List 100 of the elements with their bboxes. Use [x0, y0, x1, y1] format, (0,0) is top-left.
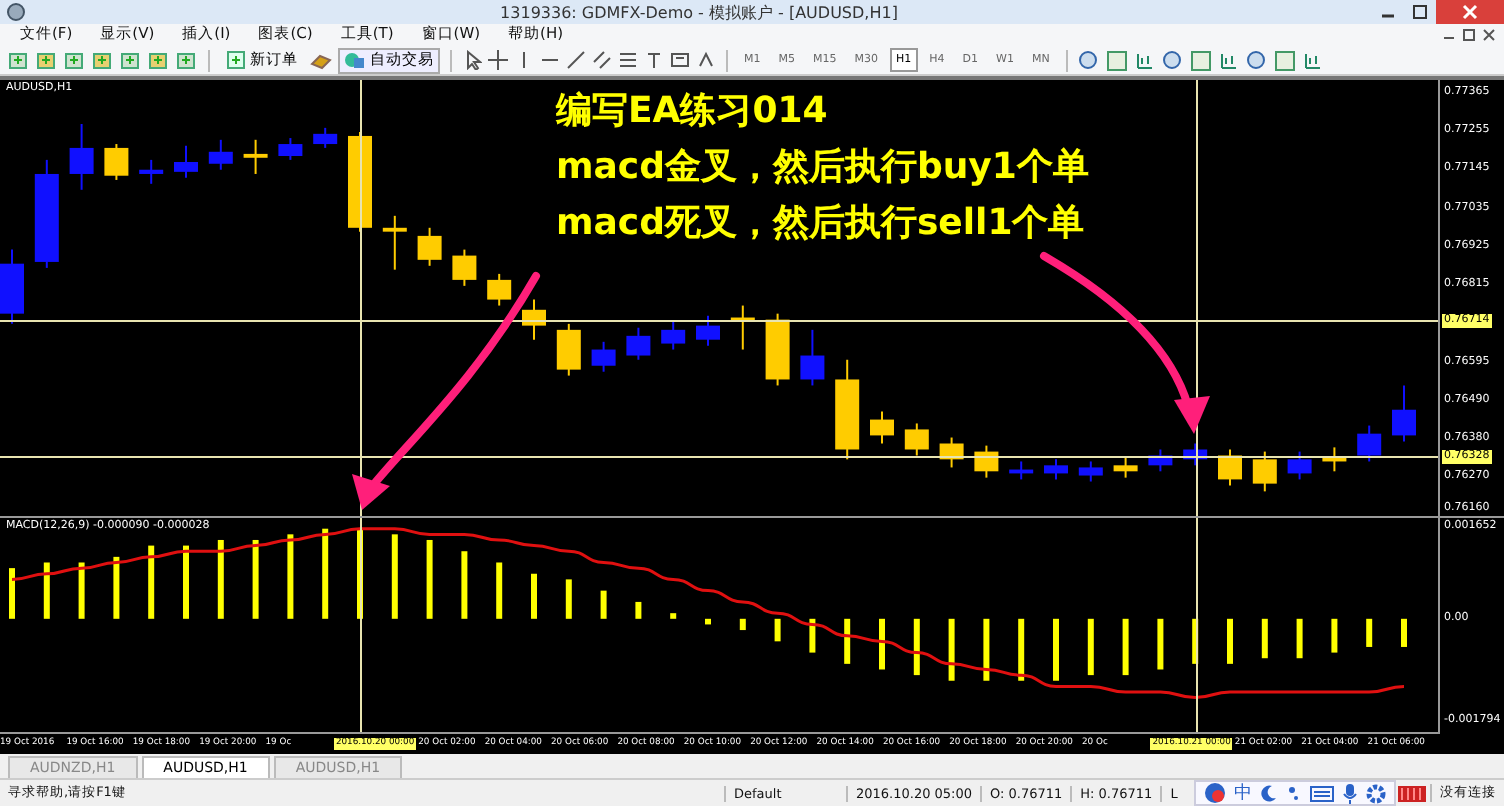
auto-trading-icon — [344, 50, 366, 71]
cursor-icon[interactable] — [462, 50, 482, 71]
candle — [939, 437, 964, 469]
candle — [765, 313, 790, 387]
histogram-bar — [1122, 619, 1129, 676]
candle — [1218, 449, 1242, 487]
candle — [278, 137, 303, 162]
new-chart-icon[interactable] — [8, 49, 30, 72]
candle — [34, 159, 59, 270]
histogram-bar — [322, 529, 329, 620]
candle — [1392, 385, 1416, 443]
candle — [1009, 461, 1034, 481]
maximize-icon — [1412, 4, 1428, 20]
histogram-bar — [78, 563, 85, 620]
candle — [1252, 451, 1277, 493]
moon-icon[interactable] — [1260, 784, 1279, 802]
histogram-bar — [705, 619, 711, 625]
close-button[interactable] — [1436, 0, 1504, 24]
close-icon[interactable] — [1482, 27, 1496, 42]
candle — [1044, 458, 1068, 481]
globe-icon[interactable] — [1204, 782, 1227, 804]
histogram-bar — [1296, 619, 1303, 659]
candle — [69, 123, 94, 192]
histogram-bar — [1366, 619, 1373, 648]
histogram-bar — [426, 540, 433, 620]
candle — [452, 249, 477, 288]
candle — [1183, 443, 1208, 467]
histogram-bar — [1227, 619, 1233, 665]
window-title: 1319336: GDMFX-Demo - 模拟账户 - [AUDUSD,H1] — [498, 1, 900, 23]
histogram-bar — [635, 602, 642, 620]
restore-icon[interactable] — [1462, 27, 1476, 42]
candle — [348, 131, 372, 234]
histogram-bar — [43, 563, 50, 620]
histogram-bar — [565, 579, 572, 620]
histogram-bar — [148, 546, 155, 620]
candle — [487, 273, 512, 308]
histogram-bar — [1053, 619, 1059, 682]
candle — [1113, 457, 1138, 480]
histogram-bar — [844, 619, 851, 665]
candle — [974, 445, 999, 480]
histogram-bar — [9, 568, 15, 620]
histogram-bar — [1192, 619, 1199, 665]
histogram-bar — [948, 619, 955, 682]
candle — [417, 227, 442, 268]
ingot-icon[interactable] — [310, 49, 332, 72]
histogram-bar — [287, 534, 294, 620]
close-icon — [1462, 4, 1478, 20]
histogram-bar — [1157, 619, 1164, 670]
histogram-bar — [1401, 619, 1407, 648]
histogram-bar — [600, 591, 607, 620]
histogram-bar — [1018, 619, 1025, 682]
histogram-bar — [531, 574, 537, 620]
histogram-bar — [183, 546, 189, 620]
candle — [870, 411, 894, 446]
candle — [243, 139, 268, 176]
histogram-bar — [252, 540, 259, 620]
candle — [174, 145, 198, 180]
crosshair-icon[interactable] — [488, 50, 508, 71]
candle — [904, 423, 929, 457]
microphone-icon[interactable] — [1342, 783, 1359, 803]
candle — [522, 299, 546, 342]
histogram-bar — [357, 529, 363, 620]
annotation-text: macd金叉，然后执行buy1个单 — [556, 146, 1089, 191]
candle — [0, 249, 24, 326]
candle — [661, 321, 686, 352]
histogram-bar — [739, 619, 746, 631]
candle — [730, 305, 755, 352]
candle — [626, 327, 651, 362]
annotation-title: 编写EA练习014 — [556, 90, 830, 135]
candle — [139, 159, 164, 186]
candle — [696, 315, 720, 348]
trendline-icon[interactable] — [566, 50, 586, 71]
histogram-bar — [983, 619, 990, 682]
candle — [1287, 451, 1312, 481]
channel-icon[interactable] — [592, 50, 612, 71]
histogram-bar — [1261, 619, 1268, 659]
plus-document-icon — [226, 50, 246, 71]
histogram-bar — [774, 619, 781, 642]
candle — [313, 127, 338, 150]
candle — [1357, 425, 1382, 463]
candle — [1322, 446, 1347, 473]
annotation-text: macd死叉，然后执行sell1个单 — [556, 202, 1087, 247]
histogram-bar — [670, 613, 677, 620]
histogram-bar — [461, 551, 468, 620]
histogram-bar — [217, 540, 224, 620]
candle — [382, 215, 407, 272]
candle — [104, 143, 129, 182]
candle — [800, 329, 825, 387]
punctuation-icon[interactable] — [1286, 784, 1303, 802]
candle — [1078, 461, 1103, 484]
histogram-bar — [913, 619, 920, 676]
histogram-bar — [879, 619, 885, 670]
input-mode-label[interactable]: 中 — [1234, 783, 1253, 803]
keyboard-icon[interactable] — [1310, 784, 1335, 802]
histogram-bar — [1087, 619, 1094, 676]
settings-icon[interactable] — [1366, 783, 1387, 803]
text-icon[interactable] — [644, 50, 664, 71]
connection-icon — [1398, 785, 1426, 801]
candle — [556, 323, 581, 378]
candle — [1148, 449, 1173, 473]
